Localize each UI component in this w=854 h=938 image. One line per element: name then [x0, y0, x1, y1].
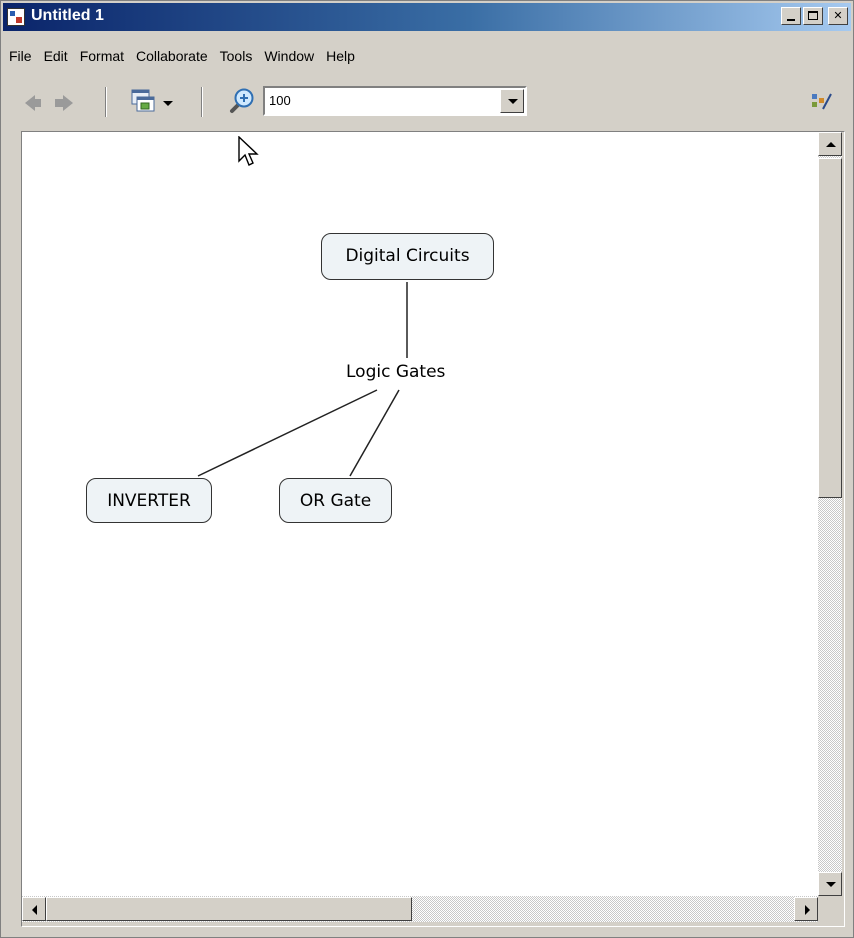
menu-tools[interactable]: Tools — [214, 44, 259, 68]
menu-file[interactable]: File — [3, 44, 38, 68]
scroll-up-button[interactable] — [818, 132, 842, 156]
toolbar: 100 — [3, 81, 851, 125]
menu-collaborate[interactable]: Collaborate — [130, 44, 214, 68]
chevron-up-icon — [826, 142, 836, 147]
zoom-value[interactable]: 100 — [269, 93, 291, 108]
scroll-right-button[interactable] — [794, 897, 818, 921]
chevron-left-icon — [32, 905, 37, 915]
zoom-combobox[interactable]: 100 — [263, 86, 527, 116]
menu-edit[interactable]: Edit — [38, 44, 74, 68]
views-dropdown-arrow[interactable] — [163, 101, 173, 106]
scrollbar-corner — [818, 896, 842, 922]
zoom-dropdown-button[interactable] — [500, 89, 524, 113]
menu-bar: File Edit Format Collaborate Tools Windo… — [3, 44, 361, 68]
scroll-left-button[interactable] — [22, 897, 46, 921]
maximize-button[interactable] — [803, 7, 823, 25]
linking-phrase[interactable]: Logic Gates — [346, 362, 446, 382]
concept-node-inverter[interactable]: INVERTER — [86, 478, 212, 523]
menu-help[interactable]: Help — [320, 44, 361, 68]
toolbar-separator — [105, 87, 107, 117]
forward-arrow-icon[interactable] — [55, 95, 73, 111]
concept-node-root[interactable]: Digital Circuits — [321, 233, 494, 280]
edit-styles-icon[interactable] — [811, 91, 833, 111]
views-icon[interactable] — [131, 89, 155, 113]
close-button[interactable]: ✕ — [828, 7, 848, 25]
minimize-icon — [787, 19, 795, 21]
connection-line — [197, 389, 378, 477]
menu-format[interactable]: Format — [74, 44, 130, 68]
mouse-cursor-icon — [238, 136, 259, 166]
vertical-scrollbar[interactable] — [818, 132, 842, 896]
scroll-down-button[interactable] — [818, 872, 842, 896]
horizontal-scroll-thumb[interactable] — [46, 897, 412, 921]
app-icon[interactable] — [7, 8, 25, 26]
toolbar-separator — [201, 87, 203, 117]
chevron-down-icon — [826, 882, 836, 887]
minimize-button[interactable] — [781, 7, 801, 25]
horizontal-scrollbar[interactable] — [22, 896, 818, 922]
maximize-icon — [808, 11, 818, 20]
connection-line — [349, 389, 400, 477]
concept-node-or-gate[interactable]: OR Gate — [279, 478, 392, 523]
chevron-right-icon — [805, 905, 810, 915]
window-title: Untitled 1 — [31, 7, 104, 24]
title-bar[interactable]: Untitled 1 ✕ — [3, 3, 851, 31]
menu-window[interactable]: Window — [258, 44, 320, 68]
vertical-scroll-thumb[interactable] — [818, 158, 842, 498]
back-arrow-icon[interactable] — [25, 95, 41, 111]
zoom-icon[interactable] — [228, 87, 256, 115]
concept-map-canvas[interactable]: Digital Circuits Logic Gates INVERTER OR… — [22, 132, 818, 896]
close-icon: ✕ — [833, 10, 843, 22]
